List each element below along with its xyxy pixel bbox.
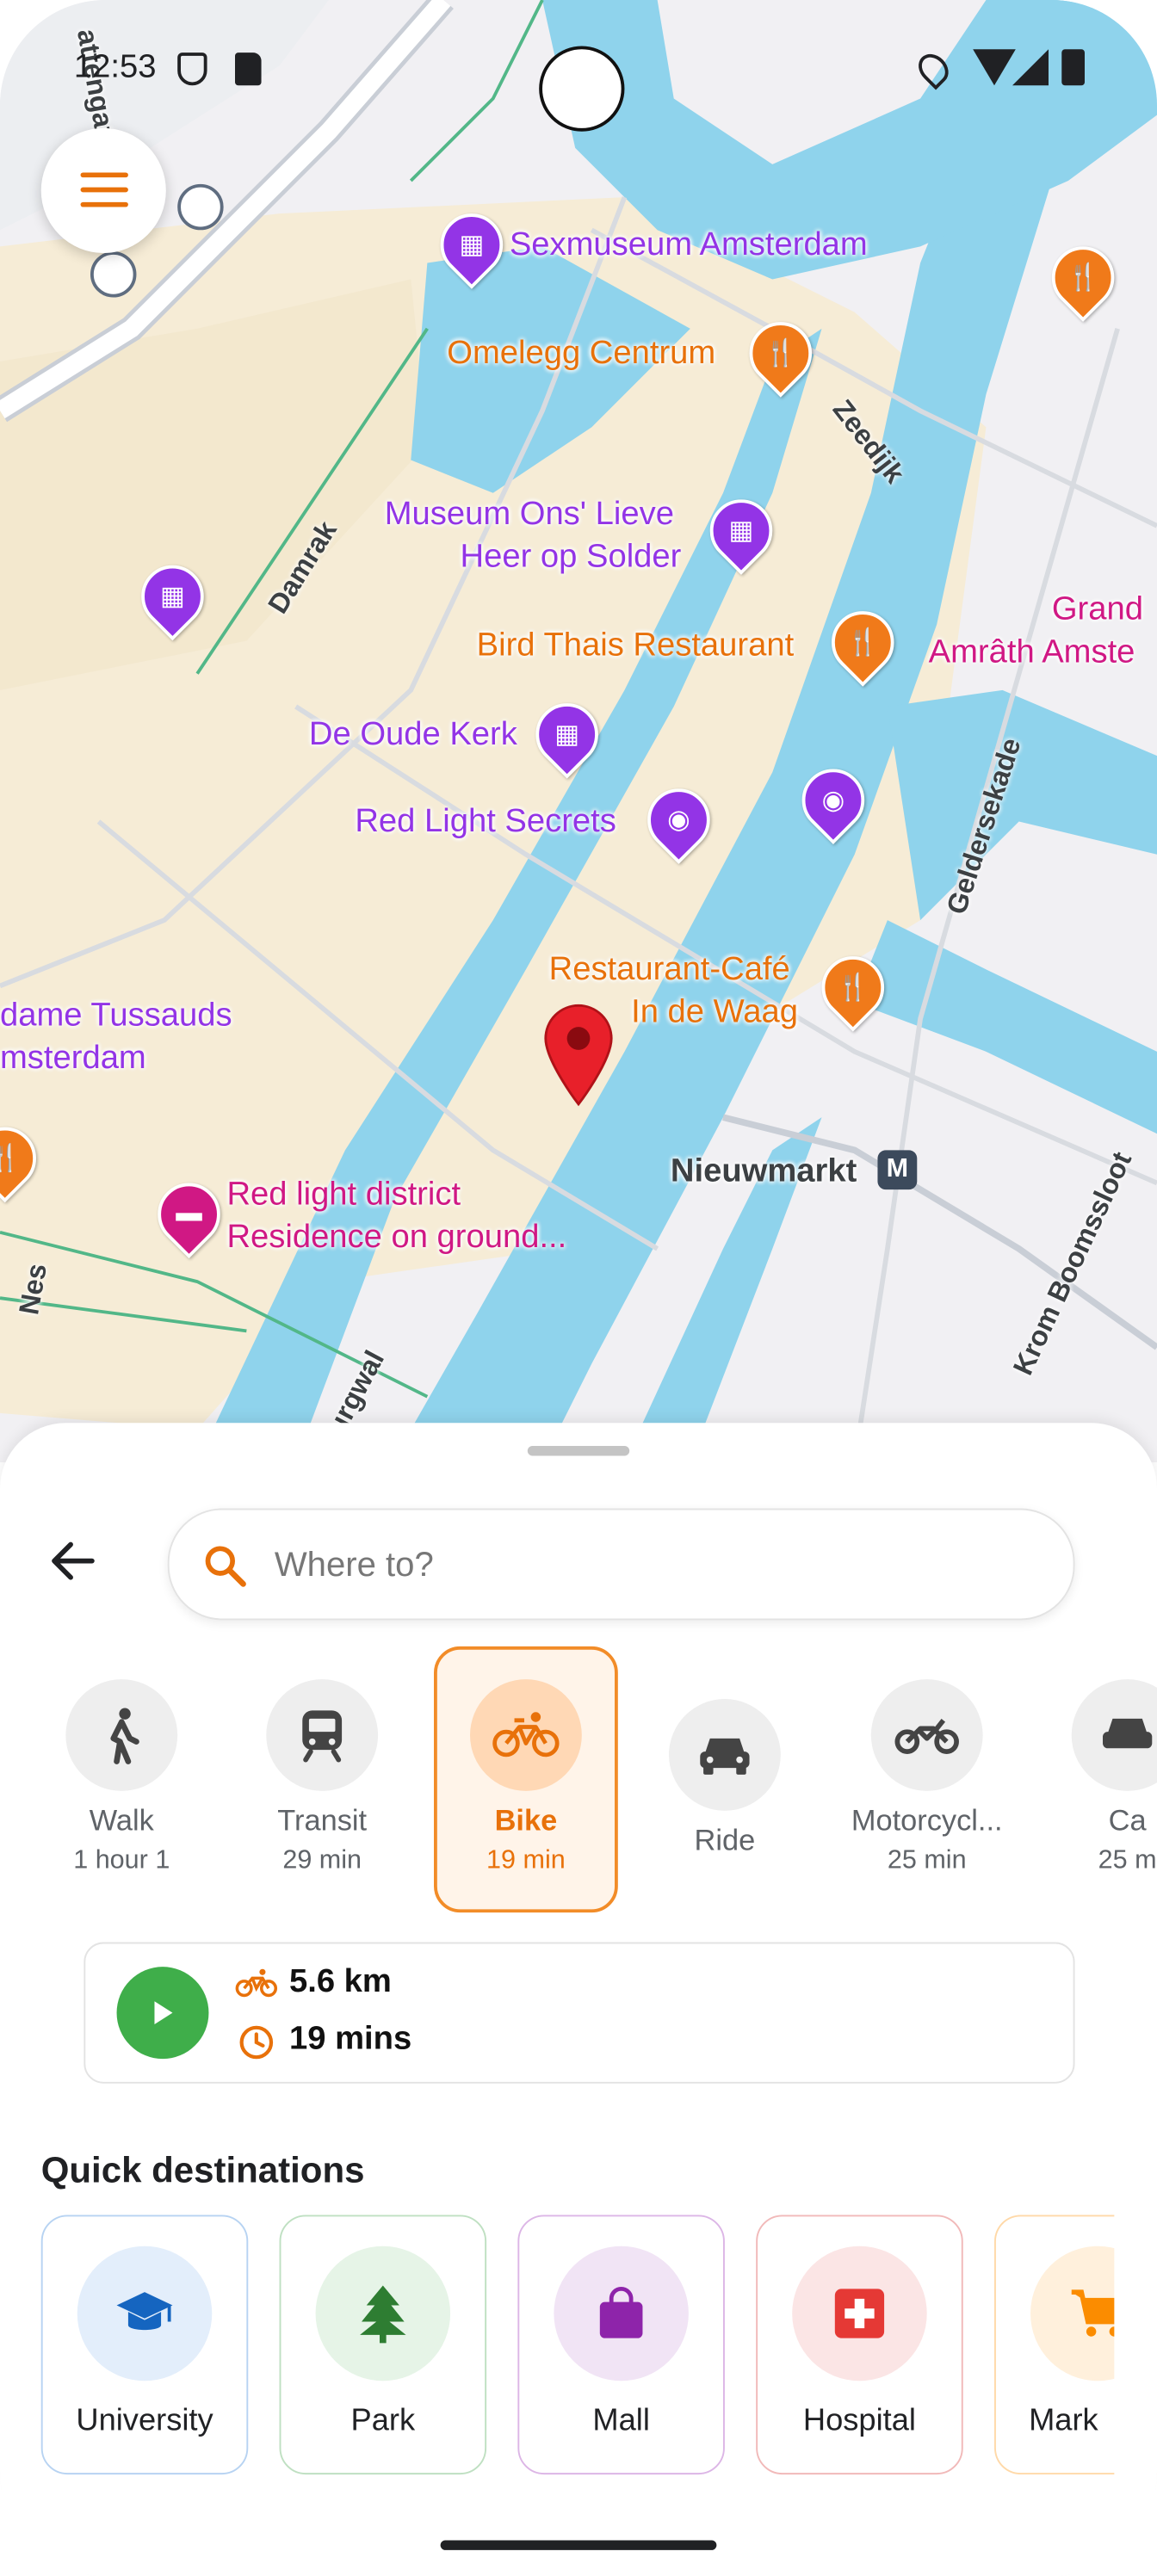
route-distance: 5.6 km (288, 1963, 392, 2000)
poi-sexmuseum[interactable]: Sexmuseum Amsterdam (510, 224, 868, 267)
poi-omelegg[interactable]: Omelegg Centrum (447, 332, 715, 375)
sheet-drag-handle[interactable] (527, 1445, 630, 1456)
poi-madame-tussauds-line1[interactable]: dame Tussauds (0, 994, 232, 1037)
mode-label: Motorcycl... (851, 1804, 1003, 1838)
mode-time: 25 m (1098, 1846, 1157, 1875)
mode-transit[interactable]: Transit 29 min (233, 1650, 411, 1910)
mode-time: 29 min (282, 1846, 362, 1875)
route-summary-card[interactable]: 5.6 km 19 mins (84, 1942, 1075, 2084)
mode-label: Ride (694, 1824, 756, 1857)
metro-icon[interactable]: M (877, 1150, 918, 1190)
car-icon-circle (668, 1698, 781, 1811)
mall-icon-circle (554, 2246, 689, 2381)
dest-park[interactable]: Park (279, 2215, 487, 2475)
quick-destinations-title: Quick destinations (40, 2149, 365, 2190)
search-input[interactable] (270, 1510, 1034, 1622)
tree-icon (360, 2285, 406, 2344)
graduation-cap-icon (116, 2292, 173, 2331)
bottom-sheet: Walk 1 hour 1 Transit 29 min Bike 19 min… (0, 1423, 1157, 2576)
home-indicator[interactable] (440, 2540, 717, 2550)
shopping-bag-icon (599, 2287, 643, 2338)
mode-bike[interactable]: Bike 19 min (433, 1646, 618, 1913)
poi-de-oude-kerk[interactable]: De Oude Kerk (309, 713, 517, 757)
poi-red-light-residence-line1[interactable]: Red light district (226, 1173, 461, 1216)
dest-label: Park (350, 2403, 416, 2439)
car-icon-circle (1071, 1679, 1157, 1791)
mode-ride[interactable]: Ride (636, 1670, 814, 1930)
motorcycle-icon (894, 1719, 959, 1754)
cell-signal-icon (1012, 49, 1049, 86)
poi-museum-ons-lieve-line1[interactable]: Museum Ons' Lieve (385, 493, 674, 536)
poi-waag-line1[interactable]: Restaurant-Café (549, 948, 790, 991)
app-screen: Damrak Zeedijk Geldersekade Krom Boomssl… (0, 0, 1157, 2576)
search-icon (205, 1546, 246, 1587)
walk-icon (110, 1708, 139, 1764)
mode-motorcycle[interactable]: Motorcycl... 25 min (838, 1650, 1016, 1910)
university-icon-circle (77, 2246, 213, 2381)
poi-red-light-secrets[interactable]: Red Light Secrets (355, 800, 616, 843)
mode-time: 1 hour 1 (73, 1846, 170, 1875)
poi-bird-thais[interactable]: Bird Thais Restaurant (477, 624, 795, 667)
mode-label: Walk (89, 1804, 154, 1838)
hamburger-icon (80, 172, 128, 207)
hospital-icon-circle (792, 2246, 927, 2381)
map-view[interactable]: Damrak Zeedijk Geldersekade Krom Boomssl… (0, 0, 1157, 1463)
train-icon-circle (266, 1679, 379, 1791)
bike-icon (235, 1968, 278, 1998)
car-icon (1102, 1718, 1153, 1749)
route-duration: 19 mins (288, 2021, 412, 2058)
hospital-icon (834, 2289, 885, 2338)
poi-grand-amrath-line1[interactable]: Grand (1052, 588, 1143, 631)
search-box[interactable] (167, 1508, 1075, 1622)
play-icon (154, 2001, 173, 2024)
status-time: 12:53 (73, 49, 157, 86)
park-icon-circle (315, 2246, 451, 2381)
tram-stop-icon[interactable] (177, 183, 224, 231)
menu-button[interactable] (40, 127, 166, 253)
poi-waag-line2[interactable]: In de Waag (631, 991, 798, 1034)
shield-icon (177, 53, 207, 86)
walk-icon-circle (65, 1679, 178, 1791)
clock-icon (239, 2025, 274, 2060)
selected-location-pin[interactable] (539, 1003, 618, 1108)
mode-time: 25 min (887, 1846, 967, 1875)
tram-stop-icon[interactable] (90, 251, 137, 298)
battery-icon (1061, 49, 1085, 86)
back-arrow-icon (52, 1541, 95, 1580)
poi-madame-tussauds-line2[interactable]: msterdam (0, 1037, 146, 1080)
poi-nieuwmarkt[interactable]: Nieuwmarkt (671, 1150, 857, 1193)
back-button[interactable] (36, 1525, 108, 1597)
mode-car[interactable]: Ca 25 m (1039, 1650, 1157, 1910)
poi-museum-ons-lieve-line2[interactable]: Heer op Solder (461, 535, 682, 578)
train-icon (302, 1710, 343, 1763)
dest-mall[interactable]: Mall (517, 2215, 725, 2475)
mode-walk[interactable]: Walk 1 hour 1 (33, 1650, 210, 1910)
car-icon (700, 1738, 750, 1775)
scroll-edge-fade (1114, 2211, 1157, 2475)
mode-label: Transit (277, 1804, 368, 1838)
poi-red-light-residence-line2[interactable]: Residence on ground... (226, 1216, 566, 1259)
wifi-icon (973, 49, 1016, 86)
mode-time: 19 min (486, 1846, 566, 1875)
mode-label: Bike (494, 1804, 558, 1838)
dest-hospital[interactable]: Hospital (756, 2215, 963, 2475)
dest-label: University (76, 2403, 213, 2439)
dest-label: Mall (592, 2403, 650, 2439)
camera-cutout (539, 46, 625, 132)
motorcycle-icon-circle (870, 1679, 983, 1791)
dest-label: Hospital (802, 2403, 916, 2439)
sd-card-icon (234, 53, 262, 86)
mode-label: Ca (1108, 1804, 1147, 1838)
dest-university[interactable]: University (40, 2215, 249, 2475)
start-navigation-button[interactable] (116, 1967, 209, 2060)
poi-grand-amrath-line2[interactable]: Amrâth Amste (929, 631, 1135, 674)
bike-icon (492, 1712, 560, 1757)
bike-icon-circle (469, 1679, 582, 1791)
